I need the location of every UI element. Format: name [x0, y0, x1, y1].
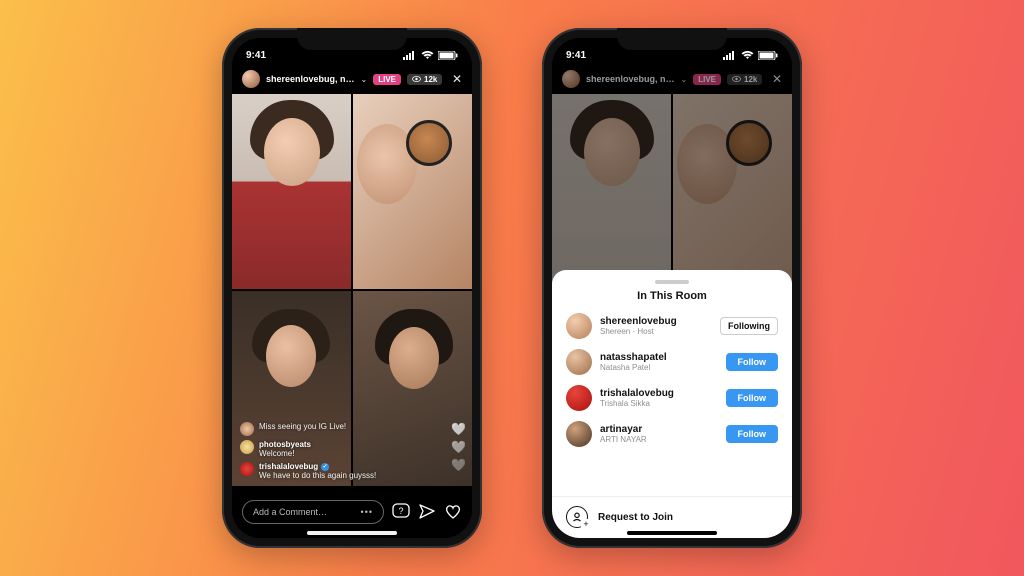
heart-icon: 🤍 [451, 458, 466, 472]
participant-subtitle: Natasha Patel [600, 363, 718, 372]
comment-username[interactable]: trishalalovebug✓ [259, 462, 376, 471]
comment-avatar[interactable] [240, 462, 254, 476]
home-indicator[interactable] [307, 531, 397, 535]
participant-username[interactable]: artinayar [600, 424, 718, 436]
comment-stream: Miss seeing you IG Live! photosbyeats We… [240, 422, 428, 480]
status-icons [723, 51, 778, 60]
comment-row: trishalalovebug✓ We have to do this agai… [240, 462, 428, 480]
wifi-icon [741, 51, 754, 60]
participant-row: trishalalovebug Trishala Sikka Follow [552, 380, 792, 416]
live-header: shereenlovebug, n… ⌄ LIVE 12k ✕ [232, 66, 472, 92]
status-icons [403, 51, 458, 60]
phone-left: 9:41 shereenlovebug, n… ⌄ LIVE 12k ✕ [222, 28, 482, 548]
participant-row: shereenlovebug Shereen · Host Following [552, 308, 792, 344]
request-to-join[interactable]: Request to Join [552, 496, 792, 532]
notch [297, 28, 407, 50]
svg-text:?: ? [398, 506, 403, 516]
verified-icon: ✓ [321, 463, 329, 471]
viewer-count[interactable]: 12k [727, 74, 762, 85]
sheet-handle[interactable] [655, 280, 689, 284]
comment-username[interactable]: photosbyeats [259, 440, 311, 449]
participant-avatar[interactable] [566, 385, 592, 411]
participant-subtitle: Trishala Sikka [600, 399, 718, 408]
follow-button[interactable]: Follow [726, 425, 779, 443]
participant-username[interactable]: trishalalovebug [600, 388, 718, 400]
viewer-count[interactable]: 12k [407, 74, 442, 85]
comment-text: Miss seeing you IG Live! [259, 422, 346, 431]
share-icon[interactable] [418, 503, 436, 521]
room-sheet: In This Room shereenlovebug Shereen · Ho… [552, 270, 792, 538]
comment-placeholder: Add a Comment… [253, 507, 327, 517]
host-avatar[interactable] [242, 70, 260, 88]
heart-icon[interactable] [444, 503, 462, 521]
live-badge: LIVE [373, 74, 401, 85]
notch [617, 28, 727, 50]
clock: 9:41 [246, 50, 266, 61]
participant-username[interactable]: shereenlovebug [600, 316, 712, 328]
participant-avatar[interactable] [566, 313, 592, 339]
heart-icon: 🤍 [451, 422, 466, 436]
follow-button[interactable]: Follow [726, 353, 779, 371]
participant-video-1[interactable] [232, 94, 351, 289]
close-icon[interactable]: ✕ [452, 72, 462, 86]
sheet-title: In This Room [552, 290, 792, 302]
more-icon[interactable]: ••• [361, 507, 373, 517]
comment-input[interactable]: Add a Comment… ••• [242, 500, 384, 524]
reaction-column: 🤍 🤍 🤍 [451, 422, 466, 472]
live-header: shereenlovebug, n… ⌄ LIVE 12k ✕ [552, 66, 792, 92]
follow-button[interactable]: Follow [726, 389, 779, 407]
host-avatar[interactable] [562, 70, 580, 88]
participant-subtitle: ARTI NAYAR [600, 435, 718, 444]
participant-row: artinayar ARTI NAYAR Follow [552, 416, 792, 452]
heart-icon: 🤍 [451, 440, 466, 454]
live-badge: LIVE [693, 74, 721, 85]
participant-row: natasshapatel Natasha Patel Follow [552, 344, 792, 380]
participant-subtitle: Shereen · Host [600, 327, 712, 336]
bottom-bar: Add a Comment… ••• ? [232, 492, 472, 532]
question-icon[interactable]: ? [392, 503, 410, 521]
eye-icon [732, 76, 741, 82]
request-label: Request to Join [598, 512, 673, 523]
cellular-icon [723, 51, 737, 60]
chevron-down-icon[interactable]: ⌄ [681, 75, 688, 84]
close-icon[interactable]: ✕ [772, 72, 782, 86]
comment-avatar[interactable] [240, 440, 254, 454]
clock: 9:41 [566, 50, 586, 61]
eye-icon [412, 76, 421, 82]
home-indicator[interactable] [627, 531, 717, 535]
chevron-down-icon[interactable]: ⌄ [361, 75, 368, 84]
screen-right: 9:41 shereenlovebug, n… ⌄ LIVE 12k ✕ [552, 38, 792, 538]
phone-right: 9:41 shereenlovebug, n… ⌄ LIVE 12k ✕ [542, 28, 802, 548]
battery-icon [758, 51, 778, 60]
participant-avatar[interactable] [566, 349, 592, 375]
battery-icon [438, 51, 458, 60]
participant-video-2[interactable] [353, 94, 472, 289]
wifi-icon [421, 51, 434, 60]
following-button[interactable]: Following [720, 317, 778, 335]
participant-list: shereenlovebug Shereen · Host Following … [552, 308, 792, 496]
request-join-icon [566, 506, 588, 528]
promo-stage: 9:41 shereenlovebug, n… ⌄ LIVE 12k ✕ [0, 0, 1024, 576]
screen-left: 9:41 shereenlovebug, n… ⌄ LIVE 12k ✕ [232, 38, 472, 538]
comment-text: Welcome! [259, 449, 311, 458]
host-username[interactable]: shereenlovebug, n… [266, 74, 355, 84]
cellular-icon [403, 51, 417, 60]
comment-row: photosbyeats Welcome! [240, 440, 428, 458]
comment-text: We have to do this again guysss! [259, 471, 376, 480]
participant-username[interactable]: natasshapatel [600, 352, 718, 364]
comment-avatar[interactable] [240, 422, 254, 436]
participant-avatar[interactable] [566, 421, 592, 447]
host-username[interactable]: shereenlovebug, n… [586, 74, 675, 84]
comment-row: Miss seeing you IG Live! [240, 422, 428, 436]
